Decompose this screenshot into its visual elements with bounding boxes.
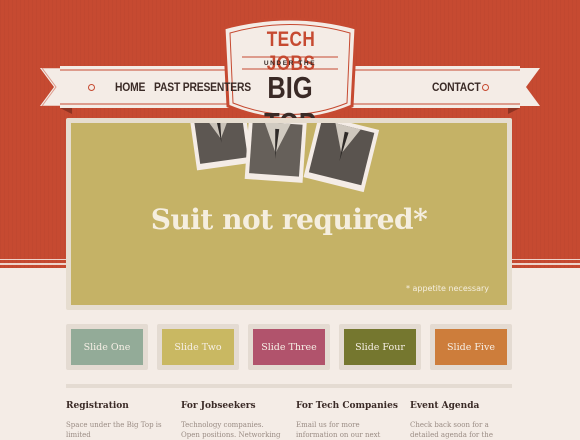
info-column-event-agenda: Event Agenda Check back soon for a detai… [410, 401, 510, 440]
column-title[interactable]: Event Agenda [410, 401, 510, 411]
slide-button-frame: Slide Four [339, 324, 421, 370]
hero-title: Suit not required* [150, 203, 428, 236]
slide-three-button[interactable]: Slide Three [253, 329, 325, 365]
nav-ornament-dot [88, 84, 95, 91]
nav-link-contact[interactable]: CONTACT [432, 80, 481, 94]
section-divider [66, 384, 512, 388]
column-text: Email us for more information on our nex… [296, 421, 381, 439]
slide-five-button[interactable]: Slide Five [435, 329, 507, 365]
slide-selector: Slide One Slide Two Slide Three Slide Fo… [66, 324, 512, 370]
info-column-registration: Registration Space under the Big Top is … [66, 401, 166, 440]
column-text: Space under the Big Top is limited [66, 421, 162, 439]
slide-button-frame: Slide Two [157, 324, 239, 370]
slide-button-frame: Slide Three [248, 324, 330, 370]
info-column-tech-companies: For Tech Companies Email us for more inf… [296, 401, 398, 440]
slide-four-button[interactable]: Slide Four [344, 329, 416, 365]
logo-title-top[interactable]: TECH JOBS [241, 28, 341, 76]
column-title[interactable]: For Jobseekers [181, 401, 281, 411]
nav-link-home[interactable]: HOME [115, 80, 145, 94]
logo-title-middle: UNDER THE [263, 60, 317, 67]
nav-link-past-presenters[interactable]: PAST PRESENTERS [154, 80, 251, 94]
slide-button-frame: Slide Five [430, 324, 512, 370]
nav-ornament-dot [482, 84, 489, 91]
column-text: Check back soon for a detailed agenda fo… [410, 421, 493, 439]
hero-slide: Suit not required* * appetite necessary [71, 123, 507, 305]
column-title[interactable]: For Tech Companies [296, 401, 398, 411]
slide-button-frame: Slide One [66, 324, 148, 370]
column-title[interactable]: Registration [66, 401, 166, 411]
hero-footnote: * appetite necessary [405, 284, 489, 293]
slide-one-button[interactable]: Slide One [71, 329, 143, 365]
slide-two-button[interactable]: Slide Two [162, 329, 234, 365]
column-text: Technology companies. Open positions. Ne… [181, 421, 281, 439]
info-column-jobseekers: For Jobseekers Technology companies. Ope… [181, 401, 281, 440]
